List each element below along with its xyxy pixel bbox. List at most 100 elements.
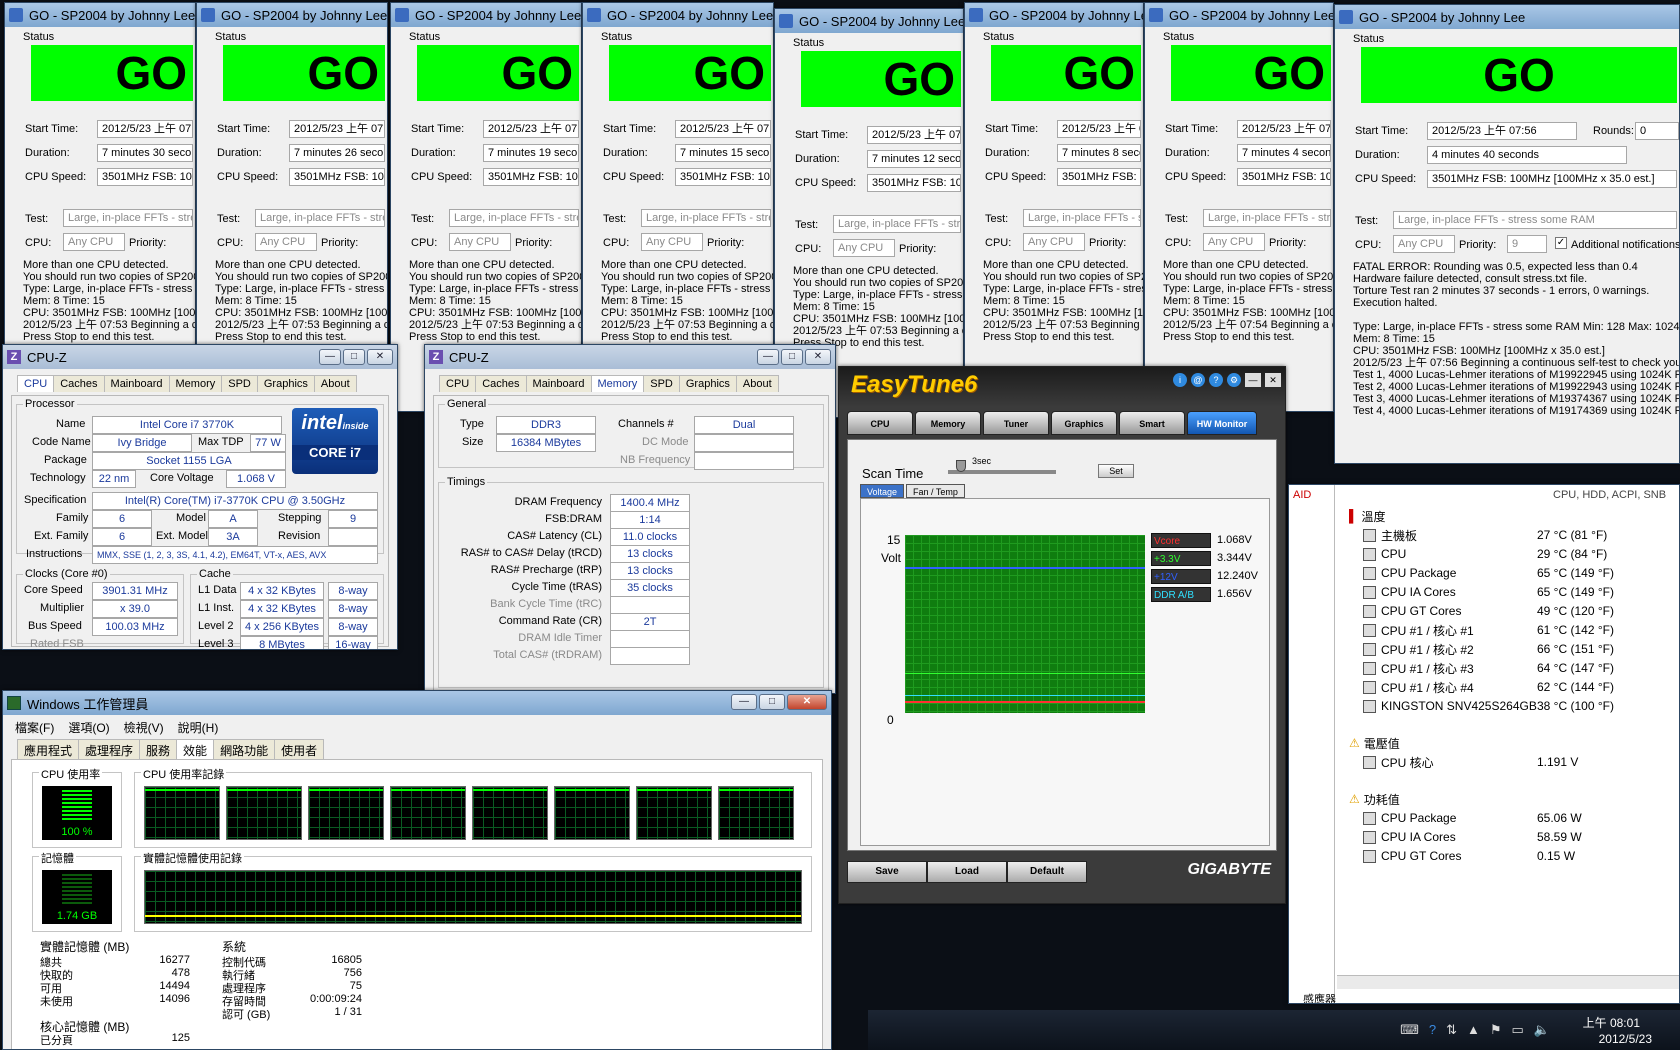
easytune-tab-memory[interactable]: Memory [915, 411, 981, 435]
task-tab[interactable]: 處理程序 [78, 739, 141, 761]
menu-item[interactable]: 選項(O) [68, 719, 109, 736]
task-manager-titlebar[interactable]: Windows 工作管理員 [3, 691, 831, 715]
tab-cpu[interactable]: CPU [17, 375, 55, 392]
tab-graphics[interactable]: Graphics [678, 375, 737, 392]
test-select[interactable]: Large, in-place FFTs - stress some RAM [63, 209, 193, 227]
tab-caches[interactable]: Caches [53, 375, 105, 392]
tab-about[interactable]: About [735, 375, 779, 392]
sp2004-titlebar[interactable]: GO - SP2004 by Johnny Lee [583, 3, 773, 27]
easytune-tab-cpu[interactable]: CPU [847, 411, 913, 435]
slider-handle[interactable] [956, 460, 966, 472]
sp2004-titlebar[interactable]: GO - SP2004 by Johnny Lee [391, 3, 581, 27]
tab-caches[interactable]: Caches [475, 375, 527, 392]
sensor-row[interactable]: CPU Package [1363, 809, 1456, 827]
task-tab[interactable]: 應用程式 [17, 739, 80, 761]
settings-icon[interactable]: ⚙ [1227, 373, 1241, 387]
tab-memory[interactable]: Memory [590, 375, 645, 392]
clock-date[interactable]: 2012/5/23 [1599, 1032, 1652, 1046]
cpu-select[interactable]: Any CPU [63, 233, 125, 251]
menu-item[interactable]: 檢視(V) [124, 719, 164, 736]
close-button[interactable]: ✕ [787, 694, 827, 710]
notification-checkbox[interactable]: ✓ [1555, 237, 1567, 249]
cpu-select[interactable]: Any CPU [833, 239, 895, 257]
volume-icon[interactable]: 🔈 [1534, 1022, 1550, 1038]
tab-mainboard[interactable]: Mainboard [525, 375, 592, 392]
aida-horizontal-scrollbar[interactable] [1337, 975, 1679, 989]
task-tab[interactable]: 網路功能 [213, 739, 276, 761]
cpu-select[interactable]: Any CPU [641, 233, 703, 251]
menu-item[interactable]: 說明(H) [178, 719, 219, 736]
tab-mainboard[interactable]: Mainboard [103, 375, 170, 392]
minimize-button[interactable]: — [731, 694, 757, 710]
easytune-tab-tuner[interactable]: Tuner [983, 411, 1049, 435]
flag-icon[interactable]: ⚑ [1490, 1022, 1502, 1038]
help-icon[interactable]: ? [1209, 373, 1223, 387]
sp2004-titlebar[interactable]: GO - SP2004 by Johnny Lee [1145, 3, 1333, 27]
default-button[interactable]: Default [1007, 861, 1087, 883]
sensor-row[interactable]: CPU [1363, 545, 1406, 563]
web-icon[interactable]: @ [1191, 373, 1205, 387]
easytune-tab-graphics[interactable]: Graphics [1051, 411, 1117, 435]
close-button[interactable]: ✕ [367, 349, 393, 365]
load-button[interactable]: Load [927, 861, 1007, 883]
cpu-select[interactable]: Any CPU [255, 233, 317, 251]
sp2004-titlebar[interactable]: GO - SP2004 by Johnny Lee [775, 9, 963, 33]
sensor-row[interactable]: CPU 核心 [1363, 753, 1434, 771]
sensor-row[interactable]: CPU #1 / 核心 #3 [1363, 659, 1474, 677]
sensor-row[interactable]: CPU #1 / 核心 #4 [1363, 678, 1474, 696]
minimize-button[interactable]: — [319, 349, 341, 365]
test-select[interactable]: Large, in-place FFTs - stress some RAM [449, 209, 579, 227]
monitor-icon[interactable]: ▭ [1512, 1022, 1524, 1038]
sensor-row[interactable]: KINGSTON SNV425S264GB [1363, 697, 1537, 715]
help-icon[interactable]: ? [1429, 1022, 1436, 1038]
priority-select[interactable]: 9 [1507, 235, 1547, 253]
maximize-button[interactable]: □ [781, 349, 803, 365]
task-tab[interactable]: 使用者 [274, 739, 325, 761]
sensor-row[interactable]: CPU #1 / 核心 #1 [1363, 621, 1474, 639]
tab-spd[interactable]: SPD [221, 375, 258, 392]
tab-about[interactable]: About [313, 375, 357, 392]
maximize-button[interactable]: □ [343, 349, 365, 365]
task-tab[interactable]: 服務 [139, 739, 178, 761]
easytune-tab-smart[interactable]: Smart [1119, 411, 1185, 435]
easytune-header[interactable]: EasyTune6 i @ ? ⚙ — ✕ [839, 367, 1285, 407]
easytune-subtab-0[interactable]: Voltage [860, 484, 905, 498]
test-select[interactable]: Large, in-place FFTs - stress some RAM [1393, 211, 1677, 229]
clock-time[interactable]: 上午 08:01 [1583, 1014, 1640, 1031]
tab-memory[interactable]: Memory [168, 375, 223, 392]
easytune-subtab-1[interactable]: Fan / Temp [906, 484, 965, 498]
minimize-button[interactable]: — [1245, 373, 1261, 387]
sp2004-titlebar[interactable]: GO - SP2004 by Johnny Lee [197, 3, 387, 27]
save-button[interactable]: Save [847, 861, 927, 883]
test-select[interactable]: Large, in-place FFTs - stress some RAM [255, 209, 385, 227]
menu-item[interactable]: 檔案(F) [15, 719, 54, 736]
test-select[interactable]: Large, in-place FFTs - stress some RAM [1203, 209, 1331, 227]
minimize-button[interactable]: — [757, 349, 779, 365]
tab-cpu[interactable]: CPU [439, 375, 477, 392]
sensor-row[interactable]: CPU IA Cores [1363, 583, 1456, 601]
maximize-button[interactable]: □ [759, 694, 785, 710]
sensor-row[interactable]: CPU GT Cores [1363, 602, 1461, 620]
info-icon[interactable]: i [1173, 373, 1187, 387]
sp2004-titlebar[interactable]: GO - SP2004 by Johnny Lee [1335, 5, 1679, 29]
test-select[interactable]: Large, in-place FFTs - stress some RAM [641, 209, 771, 227]
sensor-section-header[interactable]: ⚠ 功耗值 [1349, 790, 1400, 808]
close-button[interactable]: ✕ [1265, 373, 1281, 387]
easytune-tab-hw-monitor[interactable]: HW Monitor [1187, 411, 1257, 435]
keyboard-icon[interactable]: ⌨ [1400, 1022, 1419, 1038]
sensor-section-header[interactable]: ⚠ 電壓值 [1349, 734, 1400, 752]
sp2004-titlebar[interactable]: GO - SP2004 by Johnny Lee [965, 3, 1143, 27]
cpu-select[interactable]: Any CPU [1023, 233, 1085, 251]
network-icon[interactable]: ⇅ [1446, 1022, 1457, 1038]
sensor-row[interactable]: 主機板 [1363, 526, 1417, 544]
test-select[interactable]: Large, in-place FFTs - stress some RAM [1023, 209, 1141, 227]
sensor-row[interactable]: CPU GT Cores [1363, 847, 1461, 865]
tab-spd[interactable]: SPD [643, 375, 680, 392]
set-button[interactable]: Set [1098, 464, 1134, 478]
tab-graphics[interactable]: Graphics [256, 375, 315, 392]
show-hidden-icon[interactable]: ▲ [1467, 1022, 1480, 1038]
sensor-section-header[interactable]: ▌ 溫度 [1349, 507, 1386, 525]
sensor-row[interactable]: CPU Package [1363, 564, 1456, 582]
task-tab[interactable]: 效能 [176, 739, 215, 761]
sp2004-titlebar[interactable]: GO - SP2004 by Johnny Lee [5, 3, 195, 27]
